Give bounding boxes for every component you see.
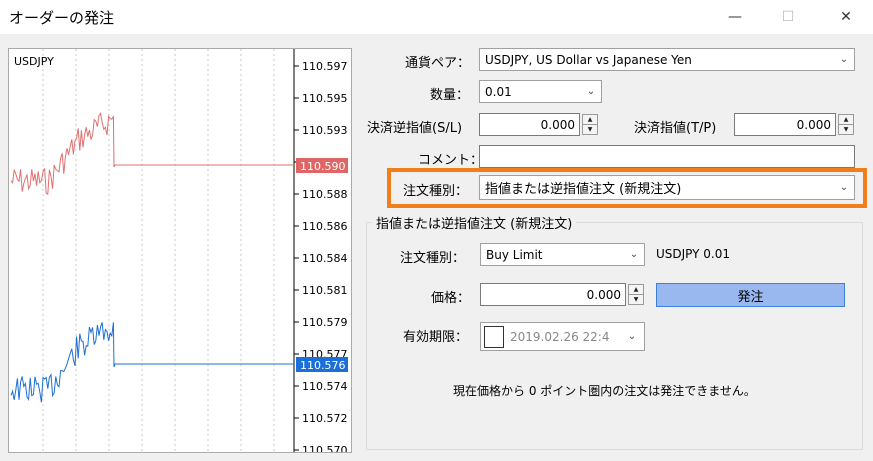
symbol-label: 通貨ペア： xyxy=(405,56,471,71)
minimize-button[interactable]: — xyxy=(712,0,758,34)
pending-type-value: Buy Limit xyxy=(486,247,543,262)
price-tick-label: 110.593 xyxy=(302,124,348,137)
chevron-down-icon: ⌄ xyxy=(629,249,639,260)
order-type-value: 指値または逆指値注文 (新規注文) xyxy=(485,182,682,197)
expiry-checkbox[interactable] xyxy=(484,325,504,348)
volume-label: 数量： xyxy=(430,88,470,103)
price-label: 価格： xyxy=(431,291,471,306)
price-tick-label: 110.588 xyxy=(302,188,348,201)
pending-order-group-title: 指値または逆指値注文 (新規注文) xyxy=(372,213,577,232)
close-icon: ✕ xyxy=(840,9,852,25)
stop-loss-label: 決済逆指値(S/L) xyxy=(367,121,463,136)
chevron-down-icon[interactable]: ⌄ xyxy=(620,331,644,342)
chevron-down-icon: ⌄ xyxy=(839,54,849,65)
bid-price-tag-label: 110.576 xyxy=(300,359,346,372)
arrow-down-icon[interactable]: ▼ xyxy=(839,124,853,134)
window-title: オーダーの発注 xyxy=(9,9,115,27)
pending-type-label: 注文種別： xyxy=(400,251,466,266)
expiry-datetime-picker[interactable]: 2019.02.26 22:4 ⌄ xyxy=(480,322,645,351)
price-tick-label: 110.597 xyxy=(302,60,348,73)
pending-type-select[interactable]: Buy Limit ⌄ xyxy=(480,243,645,266)
symbol-select[interactable]: USDJPY, US Dollar vs Japanese Yen ⌄ xyxy=(479,48,855,71)
arrow-up-icon[interactable]: ▲ xyxy=(839,115,853,124)
price-tick-label: 110.572 xyxy=(302,412,348,425)
price-value: 0.000 xyxy=(586,287,621,302)
price-tick-label: 110.574 xyxy=(302,380,348,393)
comment-input[interactable] xyxy=(479,145,855,168)
order-type-label: 注文種別： xyxy=(403,184,469,199)
arrow-down-icon[interactable]: ▼ xyxy=(583,124,597,134)
take-profit-spinner[interactable]: ▲ ▼ xyxy=(838,114,854,135)
send-order-button[interactable]: 発注 xyxy=(656,283,845,307)
take-profit-value: 0.000 xyxy=(796,117,831,132)
comment-label: コメント： xyxy=(418,153,484,168)
chevron-down-icon: ⌄ xyxy=(586,86,596,97)
info-message: 現在価格から 0 ポイント圏内の注文は発注できません。 xyxy=(453,384,756,398)
stop-loss-spinner[interactable]: ▲ ▼ xyxy=(582,114,598,135)
price-tick-label: 110.586 xyxy=(302,220,348,233)
order-type-select[interactable]: 指値または逆指値注文 (新規注文) ⌄ xyxy=(479,175,855,200)
price-tick-label: 110.570 xyxy=(302,444,348,452)
price-tick-label: 110.579 xyxy=(302,316,348,329)
chevron-down-icon: ⌄ xyxy=(839,182,849,193)
arrow-up-icon[interactable]: ▲ xyxy=(583,115,597,124)
price-tick-label: 110.584 xyxy=(302,252,348,265)
stop-loss-input[interactable]: 0.000 xyxy=(479,113,580,136)
order-summary: USDJPY 0.01 xyxy=(656,247,731,261)
bid-price-line xyxy=(10,322,294,403)
minimize-icon: — xyxy=(728,9,742,25)
ask-price-line xyxy=(10,112,294,195)
expiry-value: 2019.02.26 22:4 xyxy=(510,329,610,344)
price-tick-label: 110.581 xyxy=(302,284,348,297)
price-spinner[interactable]: ▲ ▼ xyxy=(628,284,644,305)
arrow-up-icon[interactable]: ▲ xyxy=(629,285,643,294)
stop-loss-value: 0.000 xyxy=(540,117,575,132)
take-profit-input[interactable]: 0.000 xyxy=(734,113,836,136)
price-input[interactable]: 0.000 xyxy=(480,283,626,306)
maximize-button: ☐ xyxy=(765,0,811,34)
ask-price-tag-label: 110.590 xyxy=(300,160,346,173)
chart-symbol: USDJPY xyxy=(14,55,54,68)
tick-chart: USDJPY 110.597 110.595 110.593 110.590 110.5… xyxy=(8,48,352,453)
price-tick-label: 110.595 xyxy=(302,92,348,105)
close-button[interactable]: ✕ xyxy=(823,0,869,34)
symbol-value: USDJPY, US Dollar vs Japanese Yen xyxy=(485,52,692,67)
expiry-label: 有効期限： xyxy=(403,330,469,345)
arrow-down-icon[interactable]: ▼ xyxy=(629,294,643,304)
take-profit-label: 決済指値(T/P) xyxy=(634,121,717,136)
volume-select[interactable]: 0.01 ⌄ xyxy=(479,80,602,103)
volume-value: 0.01 xyxy=(485,84,512,99)
maximize-icon: ☐ xyxy=(781,9,795,25)
